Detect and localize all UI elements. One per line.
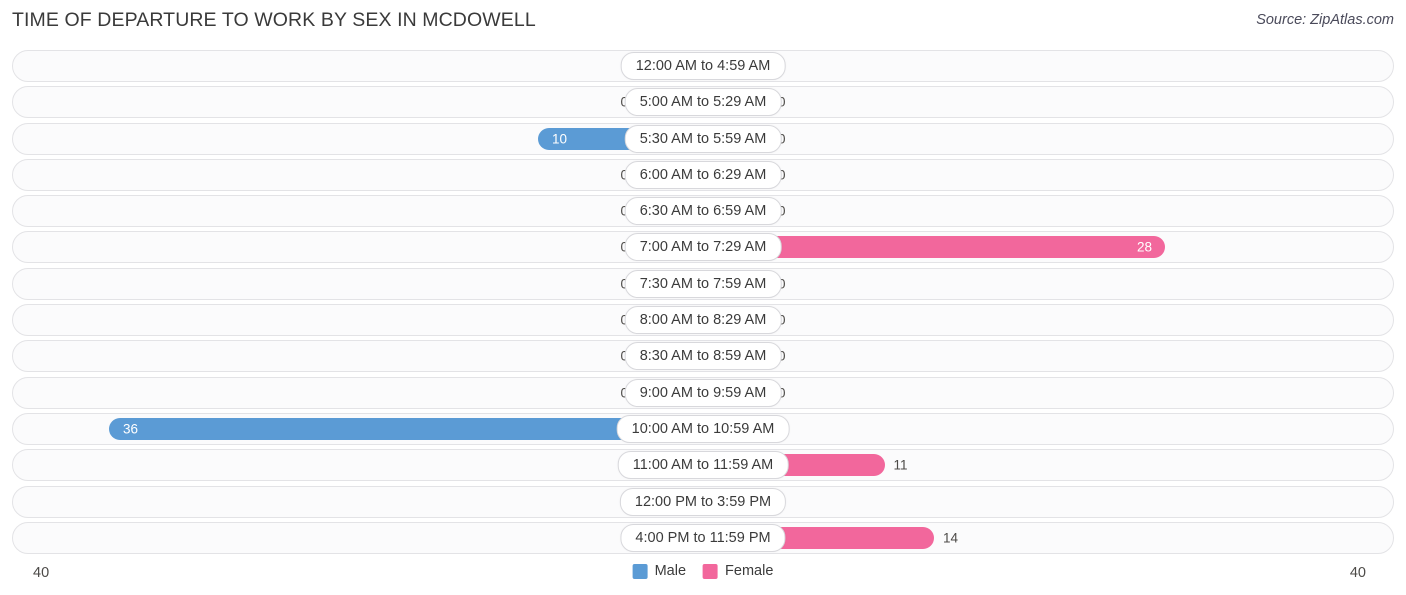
male-bar-track: 0 (43, 272, 703, 295)
male-bar-track: 10 (43, 127, 703, 150)
row-bar-area: 006:00 AM to 6:29 AM (13, 160, 1393, 190)
female-bar-track: 0 (703, 127, 1363, 150)
female-bar-track: 0 (703, 345, 1363, 368)
male-value-label: 36 (123, 421, 139, 437)
legend-label: Male (654, 563, 687, 579)
female-bar-track: 0 (703, 309, 1363, 332)
table-row: 006:00 AM to 6:29 AM (12, 158, 1394, 191)
table-row: 005:00 AM to 5:29 AM (12, 86, 1394, 119)
table-row: 0 14 4:00 PM to 11:59 PM (12, 521, 1394, 554)
legend-swatch-icon (632, 563, 648, 579)
female-bar-track: 0 (703, 91, 1363, 114)
female-bar-track: 0 (703, 490, 1363, 513)
female-bar-track: 0 (703, 55, 1363, 77)
male-bar-track: 0 (43, 309, 703, 332)
female-value-label: 14 (943, 530, 959, 546)
axis-label-right-max: 40 (1349, 565, 1366, 581)
row-category-label: 7:00 AM to 7:29 AM (624, 233, 782, 262)
source-attribution: Source: ZipAtlas.com (1256, 12, 1394, 28)
row-category-label: 7:30 AM to 7:59 AM (624, 269, 782, 298)
row-bar-area: 008:30 AM to 8:59 AM (13, 341, 1393, 371)
male-bar-track: 0 (43, 236, 703, 259)
table-row: 0012:00 PM to 3:59 PM (12, 485, 1394, 518)
row-bar-area: 008:00 AM to 8:29 AM (13, 305, 1393, 335)
male-bar-track: 0 (43, 163, 703, 186)
row-category-label: 6:30 AM to 6:59 AM (624, 197, 782, 226)
female-bar-track: 0 (703, 200, 1363, 223)
row-category-label: 8:30 AM to 8:59 AM (624, 342, 782, 371)
table-row: 009:00 AM to 9:59 AM (12, 376, 1394, 409)
row-bar-area: 10 0 5:30 AM to 5:59 AM (13, 124, 1393, 154)
female-value-label: 11 (893, 457, 908, 473)
male-bar (109, 417, 703, 440)
table-row: 0012:00 AM to 4:59 AM (12, 50, 1394, 82)
row-category-label: 6:00 AM to 6:29 AM (624, 160, 782, 189)
legend-item-male[interactable]: Male (632, 563, 687, 579)
chart-rows: 0012:00 AM to 4:59 AM005:00 AM to 5:29 A… (12, 50, 1394, 558)
legend-label: Female (725, 563, 774, 579)
male-bar-track: 0 (43, 381, 703, 404)
table-row: 008:00 AM to 8:29 AM (12, 304, 1394, 337)
chart-footer: 40 Male Female 40 (0, 561, 1406, 587)
row-bar-area: 009:00 AM to 9:59 AM (13, 378, 1393, 408)
row-bar-area: 0 11 11:00 AM to 11:59 AM (13, 450, 1393, 480)
row-bar-area: 005:00 AM to 5:29 AM (13, 87, 1393, 117)
table-row: 006:30 AM to 6:59 AM (12, 195, 1394, 228)
female-value-label: 28 (1137, 239, 1153, 255)
row-bar-area: 0 14 4:00 PM to 11:59 PM (13, 523, 1393, 553)
female-bar-track: 0 (703, 163, 1363, 186)
table-row: 008:30 AM to 8:59 AM (12, 340, 1394, 373)
male-bar-track: 0 (43, 490, 703, 513)
row-category-label: 11:00 AM to 11:59 AM (617, 451, 789, 480)
legend-item-female[interactable]: Female (703, 563, 773, 579)
row-category-label: 5:30 AM to 5:59 AM (624, 124, 782, 153)
row-bar-area: 0 28 7:00 AM to 7:29 AM (13, 232, 1393, 262)
row-bar-area: 0012:00 AM to 4:59 AM (13, 51, 1393, 81)
row-bar-area: 0012:00 PM to 3:59 PM (13, 487, 1393, 517)
row-category-label: 4:00 PM to 11:59 PM (620, 523, 786, 552)
legend-swatch-icon (703, 563, 719, 579)
table-row: 0 28 7:00 AM to 7:29 AM (12, 231, 1394, 264)
chart-header: TIME OF DEPARTURE TO WORK BY SEX IN MCDO… (0, 0, 1406, 42)
row-bar-area: 36 010:00 AM to 10:59 AM (13, 414, 1393, 444)
male-bar-track: 0 (43, 55, 703, 77)
row-category-label: 12:00 PM to 3:59 PM (619, 487, 787, 516)
male-bar-track: 0 (43, 345, 703, 368)
table-row: 10 0 5:30 AM to 5:59 AM (12, 122, 1394, 155)
row-category-label: 10:00 AM to 10:59 AM (616, 414, 790, 443)
row-category-label: 12:00 AM to 4:59 AM (620, 52, 786, 80)
row-bar-area: 007:30 AM to 7:59 AM (13, 269, 1393, 299)
male-bar-track: 0 (43, 91, 703, 114)
female-bar-track: 0 (703, 417, 1363, 440)
chart-legend: Male Female (632, 563, 773, 579)
female-bar-track: 11 (703, 454, 1363, 477)
axis-label-left-max: 40 (33, 565, 50, 581)
male-bar-track: 0 (43, 200, 703, 223)
female-bar-track: 28 (703, 236, 1363, 259)
male-bar-track: 36 (43, 417, 703, 440)
row-category-label: 9:00 AM to 9:59 AM (624, 378, 782, 407)
female-bar-track: 14 (703, 526, 1363, 549)
female-bar-track: 0 (703, 381, 1363, 404)
female-bar-track: 0 (703, 272, 1363, 295)
table-row: 0 11 11:00 AM to 11:59 AM (12, 449, 1394, 482)
row-bar-area: 006:30 AM to 6:59 AM (13, 196, 1393, 226)
male-bar-track: 0 (43, 526, 703, 549)
table-row: 007:30 AM to 7:59 AM (12, 267, 1394, 300)
page-title: TIME OF DEPARTURE TO WORK BY SEX IN MCDO… (12, 9, 536, 31)
male-value-label: 10 (552, 130, 568, 146)
chart-container: TIME OF DEPARTURE TO WORK BY SEX IN MCDO… (0, 0, 1406, 595)
row-category-label: 8:00 AM to 8:29 AM (624, 306, 782, 335)
male-bar-track: 0 (43, 454, 703, 477)
table-row: 36 010:00 AM to 10:59 AM (12, 412, 1394, 445)
row-category-label: 5:00 AM to 5:29 AM (624, 88, 782, 117)
